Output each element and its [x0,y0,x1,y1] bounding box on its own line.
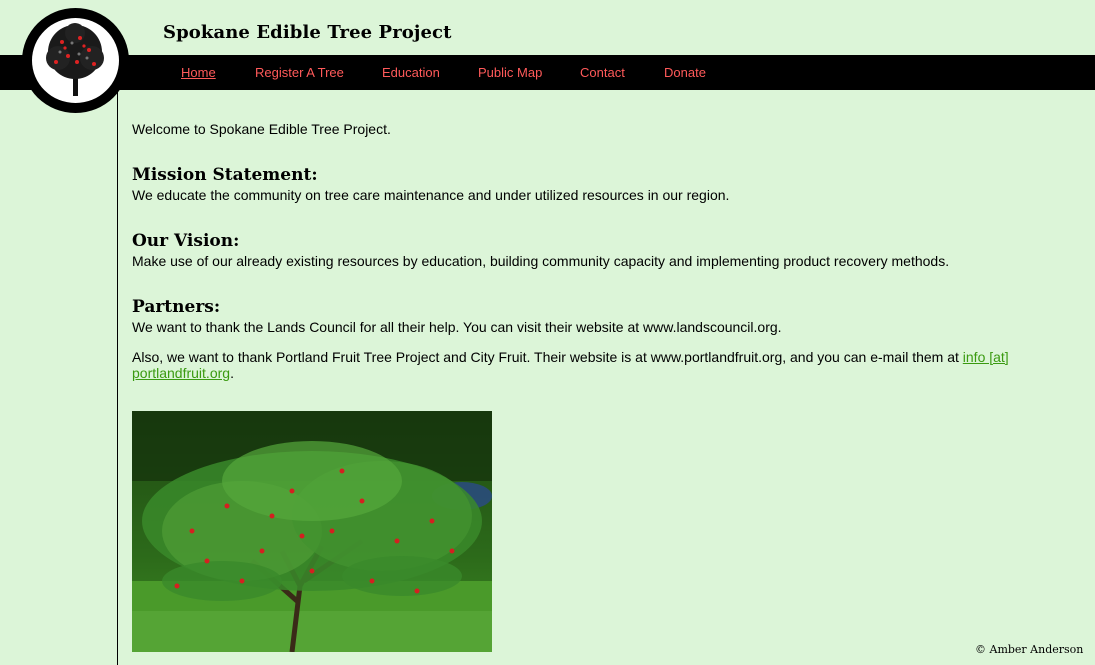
nav-bar: Home Register A Tree Education Public Ma… [0,55,1095,90]
tree-logo[interactable] [22,8,129,113]
vision-text: Make use of our already existing resourc… [132,253,950,269]
nav-item-contact[interactable]: Contact [580,65,625,80]
partners-text-2-end: . [230,365,234,381]
main-content: Welcome to Spokane Edible Tree Project. … [132,121,1062,381]
mission-heading: Mission Statement: [132,165,318,185]
partners-text-2-body: Also, we want to thank Portland Fruit Tr… [132,349,963,365]
mission-text: We educate the community on tree care ma… [132,187,730,203]
nav-item-donate[interactable]: Donate [664,65,706,80]
partners-heading: Partners: [132,297,221,317]
partners-text-2: Also, we want to thank Portland Fruit Tr… [132,349,1062,381]
nav-item-education[interactable]: Education [382,65,440,80]
nav-item-register-a-tree[interactable]: Register A Tree [255,65,344,80]
partners-text-1: We want to thank the Lands Council for a… [132,319,782,335]
logo-ring [32,18,119,103]
copyright: © Amber Anderson [975,643,1084,656]
welcome-text: Welcome to Spokane Edible Tree Project. [132,121,391,137]
nav-item-home[interactable]: Home [181,65,216,80]
site-title: Spokane Edible Tree Project [163,22,452,43]
tree-photo [132,411,492,652]
tree-icon [46,23,104,96]
nav-item-public-map[interactable]: Public Map [478,65,542,80]
vision-heading: Our Vision: [132,231,240,251]
left-divider [117,90,118,665]
